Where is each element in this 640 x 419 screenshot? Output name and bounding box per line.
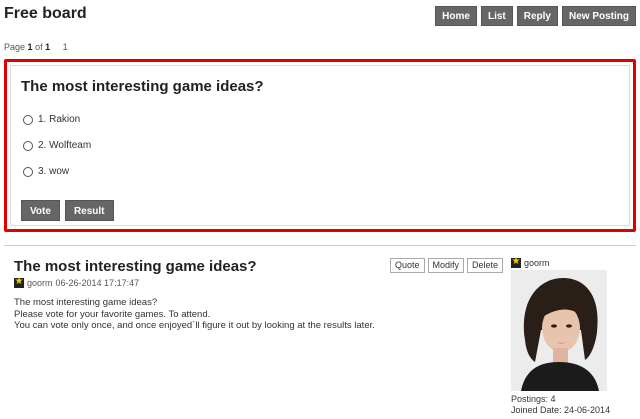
quote-button[interactable]: Quote [390,258,425,273]
profile-postings: Postings: 4 [511,394,556,404]
avatar-photo [511,270,607,391]
post-body-line: You can vote only once, and once enjoyed… [14,320,375,331]
radio-button[interactable] [23,114,33,125]
new-posting-button[interactable]: New Posting [561,6,636,26]
vote-button[interactable]: Vote [21,200,60,221]
poll-option-label: 1. Rakion [38,114,81,125]
avatar [511,270,607,391]
reply-button[interactable]: Reply [516,6,558,26]
modify-button[interactable]: Modify [427,258,465,273]
post-body-line: Please vote for your favorite games. To … [14,308,211,320]
poll-option-label: 2. Wolfteam [38,140,92,151]
poll-buttons: Vote Result [21,200,114,221]
poll-question: The most interesting game ideas? [21,78,264,95]
poll-option-wow[interactable]: 3. wow [23,166,69,177]
profile-joined-date: Joined Date: 24-06-2014 [511,405,611,415]
page-link-1[interactable]: 1 [63,42,68,52]
user-badge-icon [511,256,521,268]
post-meta: goorm 06-26-2014 17:17:47 [14,276,140,288]
pager: Page 1 of 1 1 [4,42,68,52]
post-title: The most interesting game ideas? [14,258,257,275]
result-button[interactable]: Result [64,200,114,221]
poll-option-wolfteam[interactable]: 2. Wolfteam [23,140,91,151]
divider [4,245,636,246]
delete-button[interactable]: Delete [467,258,504,273]
page-title: Free board [4,5,87,22]
post-body-line: The most interesting game ideas? [14,297,158,308]
profile-header: goorm [511,256,550,268]
post-author[interactable]: goorm [27,278,53,288]
user-badge-icon [14,276,24,288]
post-body: The most interesting game ideas? Please … [14,297,375,332]
pager-total: 1 [45,42,51,52]
radio-button[interactable] [23,166,33,177]
poll-inner: The most interesting game ideas? 1. Raki… [10,65,630,226]
poll-option-rakion[interactable]: 1. Rakion [23,114,80,125]
poll-option-label: 3. wow [38,166,70,177]
pager-prefix: Page [4,42,26,52]
profile-name[interactable]: goorm [524,258,550,268]
pager-current: 1 [27,42,33,52]
top-toolbar: Home List Reply New Posting [435,6,636,26]
post-actions: Quote Modify Delete [390,258,504,273]
poll-box: The most interesting game ideas? 1. Raki… [4,59,636,232]
radio-button[interactable] [23,140,33,151]
profile-stats: Postings: 4 Joined Date: 24-06-2014 [511,394,610,416]
post-date: 06-26-2014 17:17:47 [55,278,140,288]
list-button[interactable]: List [480,6,513,26]
home-button[interactable]: Home [435,6,477,26]
pager-of: of [35,42,43,52]
